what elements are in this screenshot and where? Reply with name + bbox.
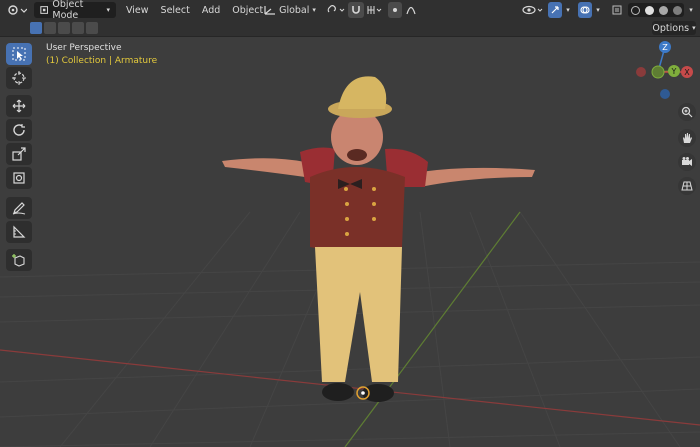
chevron-down-icon[interactable]: ▾ — [593, 2, 603, 18]
view-name-label: User Perspective — [46, 43, 122, 53]
menu-select[interactable]: Select — [155, 2, 196, 18]
zoom-button[interactable] — [678, 103, 696, 121]
chevron-down-icon: ▾ — [106, 6, 110, 14]
transform-orientation-label: Global — [279, 4, 310, 16]
y-axis-label: Y — [671, 67, 677, 76]
rotate-tool-button[interactable] — [6, 119, 32, 141]
shading-mode-group — [628, 3, 684, 17]
chevron-down-icon: ▾ — [312, 6, 316, 14]
left-arm — [222, 158, 305, 177]
gizmo-icon — [551, 6, 559, 14]
options-label: Options — [652, 22, 690, 34]
grid-perspective-icon — [681, 181, 693, 191]
pivot-link-icon — [327, 5, 345, 13]
right-arm — [420, 167, 535, 187]
transform-icon — [13, 172, 25, 184]
trousers — [315, 247, 402, 382]
snap-target-button[interactable] — [366, 2, 384, 18]
neg-z-axis-icon[interactable] — [660, 89, 670, 99]
left-shoe — [322, 383, 354, 401]
select-tool-button[interactable] — [6, 43, 32, 65]
overlays-icon — [580, 6, 590, 14]
xray-toggle-button[interactable] — [610, 2, 624, 18]
editor-type-icon — [8, 5, 27, 15]
navigation-gizmo[interactable]: Z Y X — [630, 37, 700, 107]
annotate-tool-button[interactable] — [6, 197, 32, 219]
x-axis-label: X — [684, 68, 690, 77]
pan-button[interactable] — [678, 129, 696, 147]
editor-type-button[interactable] — [4, 2, 30, 18]
visibility-button[interactable] — [520, 2, 546, 18]
character-model[interactable] — [222, 76, 535, 402]
camera-icon — [682, 157, 692, 166]
add-cube-tool-button[interactable] — [6, 249, 32, 271]
add-cube-icon — [12, 254, 25, 267]
rotate-icon — [13, 124, 25, 136]
proportional-edit-button[interactable] — [388, 2, 402, 18]
magnet-icon — [352, 6, 360, 14]
global-axes-icon — [264, 6, 276, 15]
menu-view[interactable]: View — [120, 2, 155, 18]
chevron-down-icon: ▾ — [692, 24, 696, 32]
options-dropdown[interactable]: Options ▾ — [652, 21, 696, 35]
rendered-shading-icon[interactable] — [672, 5, 682, 15]
xray-icon — [612, 5, 622, 15]
scale-tool-button[interactable] — [6, 143, 32, 165]
ruler-icon — [13, 225, 26, 238]
scale-icon — [12, 147, 26, 161]
chevron-down-icon[interactable]: ▾ — [563, 2, 573, 18]
falloff-curve-icon — [406, 6, 416, 15]
tool-settings-bar: Options ▾ — [0, 20, 700, 37]
neg-x-axis-icon[interactable] — [636, 67, 646, 77]
measure-tool-button[interactable] — [6, 221, 32, 243]
select-new-icon[interactable] — [30, 22, 42, 34]
wireframe-shading-icon[interactable] — [630, 5, 640, 15]
z-axis-label: Z — [662, 43, 668, 52]
select-intersect-icon[interactable] — [86, 22, 98, 34]
snap-toggle-button[interactable] — [348, 2, 364, 18]
falloff-button[interactable] — [404, 2, 418, 18]
chevron-down-icon[interactable]: ▾ — [686, 2, 696, 18]
hand-icon — [683, 133, 692, 143]
viewport-header: Object Mode ▾ View Select Add Object Glo… — [0, 0, 700, 21]
hat-crown — [338, 76, 387, 109]
select-extend-icon[interactable] — [44, 22, 56, 34]
zoom-icon — [681, 106, 693, 118]
gizmo-toggle-button[interactable] — [548, 2, 562, 18]
neg-y-axis-icon[interactable] — [651, 65, 665, 79]
move-tool-button[interactable] — [6, 95, 32, 117]
mode-label: Object Mode — [52, 0, 84, 21]
select-subtract-icon[interactable] — [58, 22, 70, 34]
vest — [310, 167, 405, 252]
move-arrows-icon — [12, 99, 26, 113]
transform-tool-button[interactable] — [6, 167, 32, 189]
select-invert-icon[interactable] — [72, 22, 84, 34]
mode-dropdown[interactable]: Object Mode ▾ — [34, 0, 116, 21]
snap-grid-icon — [367, 6, 382, 14]
pivot-point-button[interactable] — [324, 2, 348, 18]
material-shading-icon[interactable] — [658, 5, 668, 15]
pencil-icon — [12, 202, 26, 215]
cursor-tool-button[interactable] — [6, 67, 32, 89]
mouth — [347, 149, 367, 161]
proportional-dot-icon — [393, 8, 397, 12]
viewport-scene — [0, 76, 700, 447]
menu-add[interactable]: Add — [196, 2, 226, 18]
perspective-toggle-button[interactable] — [678, 177, 696, 195]
camera-view-button[interactable] — [678, 153, 696, 171]
collection-info-label: (1) Collection | Armature — [46, 56, 158, 66]
overlays-toggle-button[interactable] — [578, 2, 592, 18]
solid-shading-icon[interactable] — [644, 5, 654, 15]
select-cursor-icon — [12, 47, 26, 61]
transform-orientation-dropdown[interactable]: Global ▾ — [262, 2, 318, 18]
object-mode-icon — [40, 6, 49, 14]
3d-viewport[interactable]: User Perspective (1) Collection | Armatu… — [0, 37, 700, 447]
right-shoe — [362, 384, 394, 402]
3d-cursor-icon — [12, 71, 26, 85]
eye-icon — [522, 5, 543, 15]
